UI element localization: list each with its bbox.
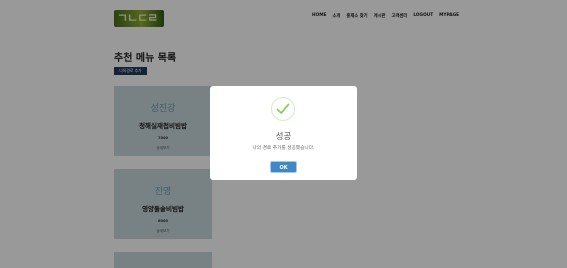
- success-icon-circle: [271, 97, 295, 121]
- success-modal: 성공 나의 경로 추가를 성공했습니다. OK: [210, 86, 357, 180]
- ok-button[interactable]: OK: [270, 161, 297, 173]
- modal-message: 나의 경로 추가를 성공했습니다.: [252, 146, 315, 151]
- check-icon: [276, 103, 290, 114]
- modal-title: 성공: [275, 132, 292, 142]
